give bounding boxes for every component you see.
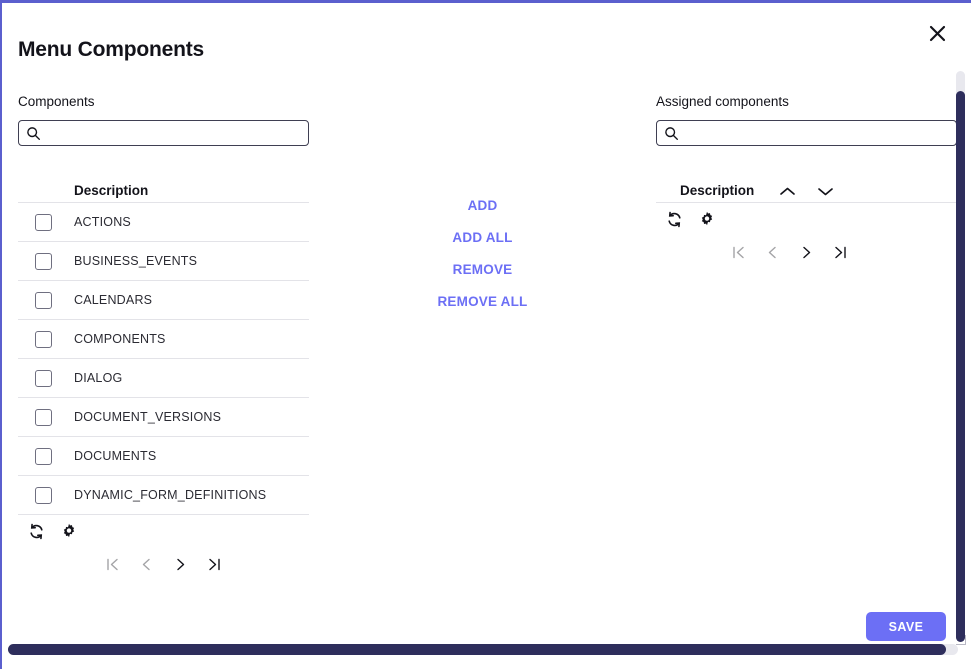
assigned-sort-controls: [779, 186, 834, 197]
horizontal-scrollbar[interactable]: [8, 644, 958, 655]
menu-components-dialog: Menu Components Components Description A…: [0, 0, 971, 669]
resize-corner: [956, 635, 966, 645]
table-row[interactable]: DOCUMENTS: [18, 437, 309, 476]
assigned-column-description: Description: [680, 183, 755, 198]
assigned-search-box[interactable]: [656, 120, 957, 146]
table-row[interactable]: ACTIONS: [18, 203, 309, 242]
add-button[interactable]: ADD: [464, 196, 502, 215]
table-row[interactable]: BUSINESS_EVENTS: [18, 242, 309, 281]
remove-button[interactable]: REMOVE: [449, 260, 517, 279]
search-icon: [664, 126, 679, 141]
row-label: ACTIONS: [74, 215, 131, 229]
components-column-description: Description: [74, 183, 149, 198]
sort-ascending-icon[interactable]: [779, 186, 796, 197]
gear-icon[interactable]: [699, 211, 715, 227]
row-checkbox[interactable]: [35, 330, 52, 348]
refresh-icon[interactable]: [28, 523, 45, 540]
table-row[interactable]: COMPONENTS: [18, 320, 309, 359]
row-checkbox[interactable]: [35, 408, 52, 426]
save-button[interactable]: SAVE: [866, 612, 946, 641]
table-row[interactable]: DIALOG: [18, 359, 309, 398]
components-panel: Components Description ACTIONS BUSINESS_E…: [18, 94, 309, 581]
assigned-search-input[interactable]: [679, 121, 956, 145]
remove-all-button[interactable]: REMOVE ALL: [433, 292, 531, 311]
assigned-table-header: Description: [656, 173, 957, 203]
assigned-paginator: [656, 235, 957, 269]
previous-page-icon[interactable]: [139, 554, 155, 574]
table-row[interactable]: DYNAMIC_FORM_DEFINITIONS: [18, 476, 309, 515]
transfer-actions: ADD ADD ALL REMOVE REMOVE ALL: [402, 196, 563, 311]
next-page-icon[interactable]: [798, 242, 814, 262]
first-page-icon[interactable]: [730, 242, 746, 262]
previous-page-icon[interactable]: [764, 242, 780, 262]
assigned-components-panel: Assigned components Description: [656, 94, 957, 269]
row-checkbox[interactable]: [35, 369, 52, 387]
row-label: DYNAMIC_FORM_DEFINITIONS: [74, 488, 267, 502]
search-icon: [26, 126, 41, 141]
row-label: CALENDARS: [74, 293, 153, 307]
row-checkbox[interactable]: [35, 486, 52, 504]
first-page-icon[interactable]: [105, 554, 121, 574]
last-page-icon[interactable]: [207, 554, 223, 574]
horizontal-scrollbar-thumb[interactable]: [8, 644, 946, 655]
components-paginator: [18, 547, 309, 581]
row-label: DOCUMENTS: [74, 449, 157, 463]
next-page-icon[interactable]: [173, 554, 189, 574]
components-table-tools: [18, 515, 309, 547]
row-checkbox[interactable]: [35, 447, 52, 465]
table-row[interactable]: DOCUMENT_VERSIONS: [18, 398, 309, 437]
row-checkbox[interactable]: [35, 252, 52, 270]
vertical-scrollbar-thumb[interactable]: [956, 91, 965, 642]
components-search-input[interactable]: [41, 121, 308, 145]
components-table-body: ACTIONS BUSINESS_EVENTS CALENDARS COMPONENT…: [18, 203, 309, 515]
row-label: DOCUMENT_VERSIONS: [74, 410, 222, 424]
table-row[interactable]: CALENDARS: [18, 281, 309, 320]
refresh-icon[interactable]: [666, 211, 683, 228]
assigned-table-tools: [656, 203, 957, 235]
row-label: BUSINESS_EVENTS: [74, 254, 198, 268]
page-title: Menu Components: [18, 38, 204, 61]
row-checkbox[interactable]: [35, 213, 52, 231]
row-label: COMPONENTS: [74, 332, 166, 346]
sort-descending-icon[interactable]: [817, 186, 834, 197]
components-table-header: Description: [18, 173, 309, 203]
close-icon[interactable]: [923, 19, 951, 47]
row-label: DIALOG: [74, 371, 123, 385]
row-checkbox[interactable]: [35, 291, 52, 309]
components-panel-label: Components: [18, 94, 95, 109]
vertical-scrollbar[interactable]: [956, 71, 965, 642]
components-search-box[interactable]: [18, 120, 309, 146]
gear-icon[interactable]: [61, 523, 77, 539]
last-page-icon[interactable]: [832, 242, 848, 262]
assigned-components-panel-label: Assigned components: [656, 94, 789, 109]
add-all-button[interactable]: ADD ALL: [448, 228, 516, 247]
